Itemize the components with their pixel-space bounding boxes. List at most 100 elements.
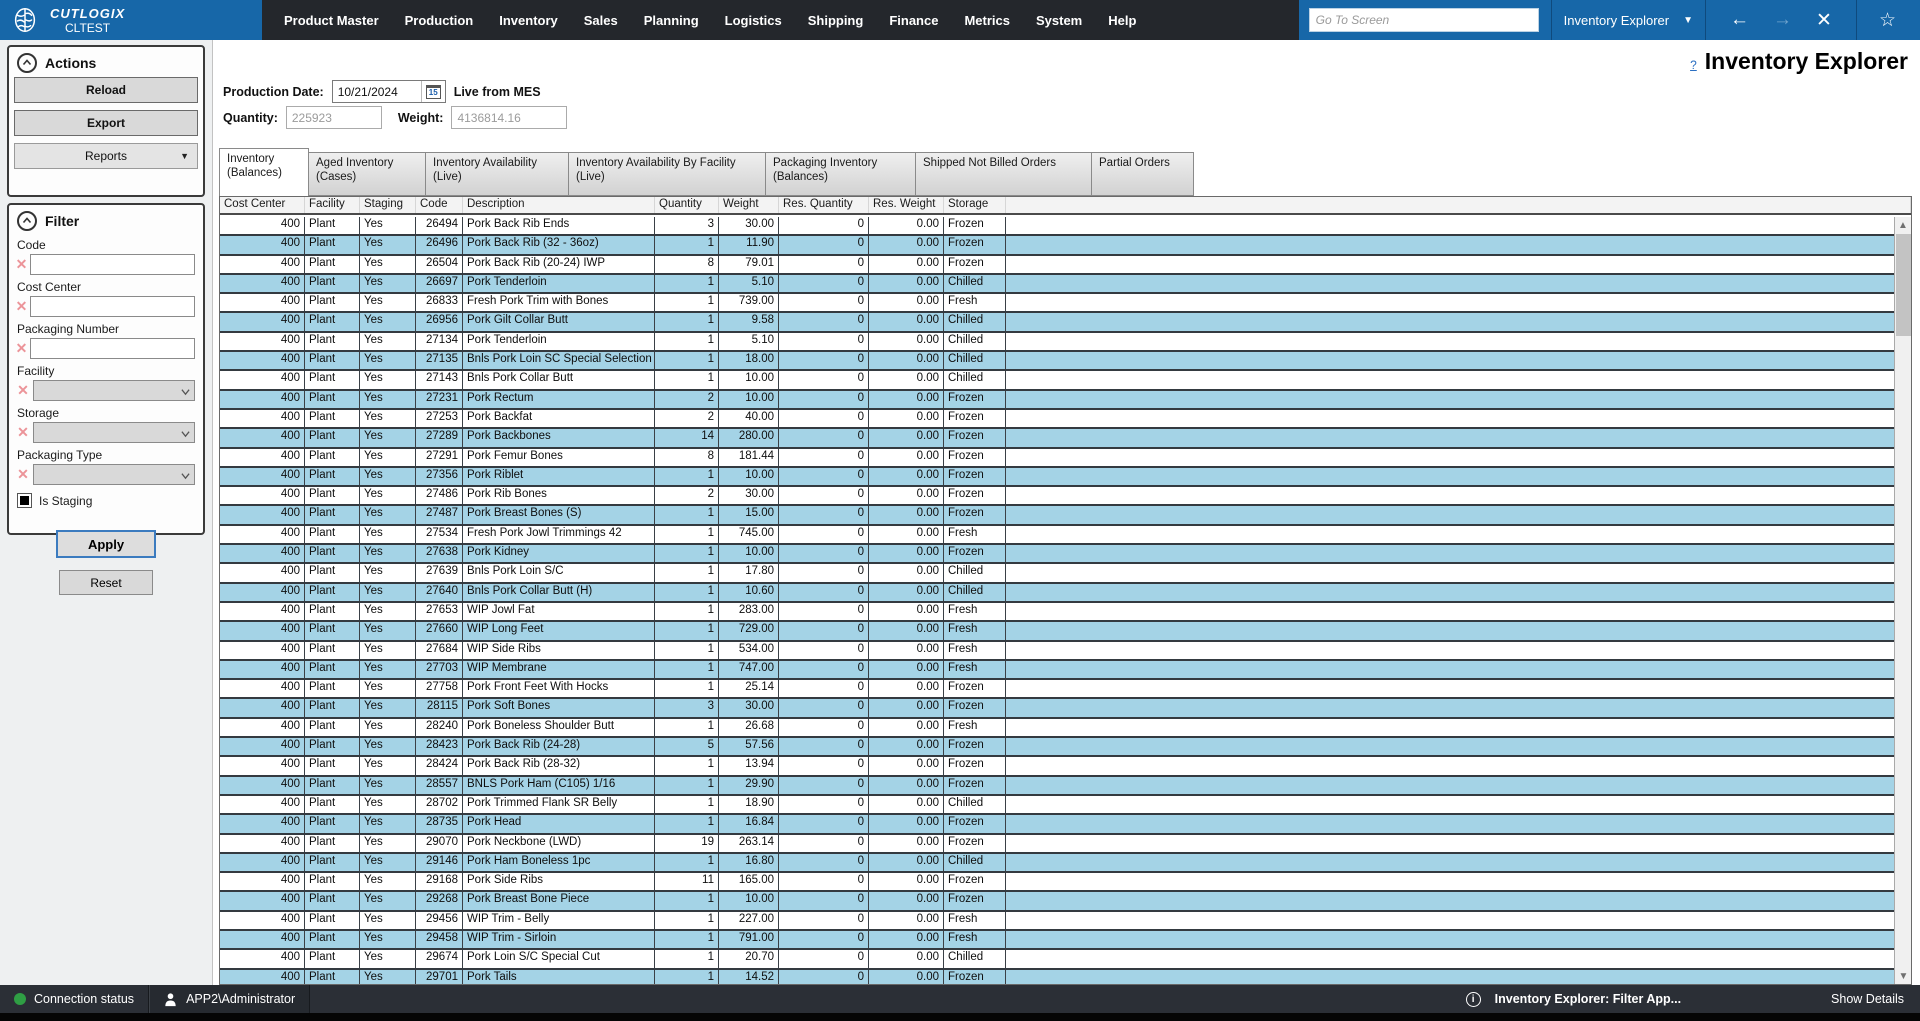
filter-select-facility[interactable] (33, 380, 195, 401)
calendar-button[interactable]: 15 (420, 81, 445, 102)
tab-inventory-availability-by-facility-live[interactable]: Inventory Availability By Facility (Live) (568, 152, 766, 196)
menu-item-finance[interactable]: Finance (889, 13, 938, 28)
table-row[interactable]: 400 Plant Yes 27356 Pork Riblet 1 10.00 0 0.00 Fr… (220, 467, 1894, 488)
is-staging-checkbox[interactable] (17, 493, 32, 508)
table-row[interactable]: 400 Plant Yes 29268 Pork Breast Bone Piece 1 1… (220, 892, 1894, 912)
menu-item-shipping[interactable]: Shipping (808, 13, 864, 28)
scroll-down-icon[interactable]: ▼ (1895, 968, 1911, 984)
menu-item-planning[interactable]: Planning (644, 13, 699, 28)
apply-button[interactable]: Apply (56, 530, 156, 558)
reload-button[interactable]: Reload (14, 77, 198, 103)
column-header-res-weight[interactable]: Res. Weight (869, 197, 944, 213)
filter-input-cost-center[interactable] (30, 296, 195, 317)
table-row[interactable]: 400 Plant Yes 29168 Pork Side Ribs 11 165.00 0 0… (220, 873, 1894, 893)
tab-inventory-balances[interactable]: Inventory (Balances) (219, 148, 309, 196)
table-row[interactable]: 400 Plant Yes 28424 Pork Back Rib (28-32) 1 13… (220, 757, 1894, 777)
table-row[interactable]: 400 Plant Yes 29456 WIP Trim - Belly 1 227.00 0… (220, 911, 1894, 931)
table-row[interactable]: 400 Plant Yes 27289 Pork Backbones 14 280.00 0 0… (220, 429, 1894, 449)
clear-filter-icon[interactable]: ✕ (15, 382, 31, 399)
filter-select-storage[interactable] (33, 422, 195, 443)
column-header-description[interactable]: Description (463, 197, 655, 213)
column-header-weight[interactable]: Weight (719, 197, 779, 213)
column-header-code[interactable]: Code (416, 197, 463, 213)
show-details-link[interactable]: Show Details (1831, 992, 1904, 1006)
collapse-chevron-icon[interactable] (17, 211, 37, 231)
clear-filter-icon[interactable]: ✕ (15, 424, 31, 441)
table-row[interactable]: 400 Plant Yes 27640 Bnls Pork Collar Butt (H… (220, 583, 1894, 603)
collapse-chevron-icon[interactable] (17, 53, 37, 73)
column-header-res-quantity[interactable]: Res. Quantity (779, 197, 869, 213)
menu-item-help[interactable]: Help (1108, 13, 1136, 28)
tab-packaging-inventory-balances[interactable]: Packaging Inventory (Balances) (765, 152, 916, 196)
tab-shipped-not-billed-orders[interactable]: Shipped Not Billed Orders (915, 152, 1092, 196)
table-row[interactable]: 400 Plant Yes 27758 Pork Front Feet With Hoc… (220, 680, 1894, 700)
tab-partial-orders[interactable]: Partial Orders (1091, 152, 1194, 196)
table-row[interactable]: 400 Plant Yes 27487 Pork Breast Bones (S) 1 15… (220, 506, 1894, 526)
column-header-facility[interactable]: Facility (305, 197, 360, 213)
favorite-star-icon[interactable]: ☆ (1879, 9, 1896, 32)
clear-filter-icon[interactable]: ✕ (15, 256, 28, 273)
menu-item-inventory[interactable]: Inventory (499, 13, 558, 28)
table-row[interactable]: 400 Plant Yes 27486 Pork Rib Bones 2 30.00 0 0.0… (220, 487, 1894, 507)
forward-arrow-icon[interactable]: → (1773, 9, 1792, 31)
menu-item-production[interactable]: Production (405, 13, 474, 28)
table-row[interactable]: 400 Plant Yes 27135 Bnls Pork Loin SC Specia… (220, 352, 1894, 372)
table-row[interactable]: 400 Plant Yes 27660 WIP Long Feet 1 729.00 0 0.0… (220, 622, 1894, 642)
table-row[interactable]: 400 Plant Yes 28423 Pork Back Rib (24-28) 5 57… (220, 738, 1894, 758)
vertical-scrollbar[interactable]: ▲ ▼ (1894, 217, 1911, 984)
table-row[interactable]: 400 Plant Yes 26496 Pork Back Rib (32 - 36oz… (220, 236, 1894, 256)
table-row[interactable]: 400 Plant Yes 27291 Pork Femur Bones 8 181.44 0… (220, 448, 1894, 468)
help-link[interactable]: ? (1690, 58, 1697, 72)
table-row[interactable]: 400 Plant Yes 26697 Pork Tenderloin 1 5.10 0 0.0… (220, 274, 1894, 295)
menu-item-product-master[interactable]: Product Master (284, 13, 379, 28)
tab-inventory-availability-live[interactable]: Inventory Availability (Live) (425, 152, 569, 196)
filter-select-packaging-type[interactable] (33, 464, 195, 485)
clear-filter-icon[interactable]: ✕ (15, 340, 28, 357)
table-row[interactable]: 400 Plant Yes 27638 Pork Kidney 1 10.00 0 0.00 Fr… (220, 545, 1894, 565)
go-to-screen-input[interactable] (1308, 8, 1539, 32)
scroll-up-icon[interactable]: ▲ (1895, 217, 1911, 233)
clear-filter-icon[interactable]: ✕ (15, 298, 28, 315)
reports-dropdown-button[interactable]: Reports ▼ (14, 143, 198, 169)
table-row[interactable]: 400 Plant Yes 29070 Pork Neckbone (LWD) 19 263… (220, 834, 1894, 854)
table-row[interactable]: 400 Plant Yes 29674 Pork Loin S/C Special Cu… (220, 950, 1894, 970)
table-row[interactable]: 400 Plant Yes 29701 Pork Tails 1 14.52 0 0.00 Fro… (220, 969, 1894, 984)
table-row[interactable]: 400 Plant Yes 27534 Fresh Pork Jowl Trimming… (220, 525, 1894, 546)
table-row[interactable]: 400 Plant Yes 28702 Pork Trimmed Flank SR Be… (220, 795, 1894, 816)
table-row[interactable]: 400 Plant Yes 26833 Fresh Pork Trim with Bon… (220, 294, 1894, 314)
table-row[interactable]: 400 Plant Yes 26956 Pork Gilt Collar Butt 1 9.… (220, 313, 1894, 333)
column-header-storage[interactable]: Storage (944, 197, 1006, 213)
menu-item-system[interactable]: System (1036, 13, 1082, 28)
column-header-cost-center[interactable]: Cost Center (220, 197, 305, 213)
scrollbar-thumb[interactable] (1896, 234, 1911, 336)
menu-item-logistics[interactable]: Logistics (725, 13, 782, 28)
table-row[interactable]: 400 Plant Yes 27684 WIP Side Ribs 1 534.00 0 0.0… (220, 641, 1894, 661)
reset-button[interactable]: Reset (59, 570, 153, 595)
filter-input-code[interactable] (30, 254, 195, 275)
table-row[interactable]: 400 Plant Yes 27143 Bnls Pork Collar Butt 1 10… (220, 371, 1894, 391)
menu-item-metrics[interactable]: Metrics (964, 13, 1010, 28)
table-row[interactable]: 400 Plant Yes 28735 Pork Head 1 16.84 0 0.00 Froz… (220, 815, 1894, 835)
table-row[interactable]: 400 Plant Yes 27253 Pork Backfat 2 40.00 0 0.00 F… (220, 409, 1894, 430)
filter-input-packaging-number[interactable] (30, 338, 195, 359)
table-row[interactable]: 400 Plant Yes 27231 Pork Rectum 2 10.00 0 0.00 Fr… (220, 390, 1894, 410)
screen-selector-dropdown[interactable]: Inventory Explorer ▼ (1564, 13, 1693, 28)
export-button[interactable]: Export (14, 110, 198, 136)
table-row[interactable]: 400 Plant Yes 27703 WIP Membrane 1 747.00 0 0.00… (220, 660, 1894, 681)
table-row[interactable]: 400 Plant Yes 28115 Pork Soft Bones 3 30.00 0 0.… (220, 699, 1894, 719)
production-date-input[interactable] (332, 84, 421, 99)
close-icon[interactable]: ✕ (1816, 9, 1832, 32)
clear-filter-icon[interactable]: ✕ (15, 466, 31, 483)
table-row[interactable]: 400 Plant Yes 28557 BNLS Pork Ham (C105) 1/1… (220, 776, 1894, 796)
table-row[interactable]: 400 Plant Yes 27639 Bnls Pork Loin S/C 1 17.80… (220, 564, 1894, 584)
column-header-quantity[interactable]: Quantity (655, 197, 719, 213)
tab-aged-inventory-cases[interactable]: Aged Inventory (Cases) (308, 152, 426, 196)
menu-item-sales[interactable]: Sales (584, 13, 618, 28)
status-message[interactable]: i Inventory Explorer: Filter App... (1465, 991, 1681, 1007)
table-row[interactable]: 400 Plant Yes 26504 Pork Back Rib (20-24) IW… (220, 255, 1894, 275)
table-row[interactable]: 400 Plant Yes 28240 Pork Boneless Shoulder B… (220, 718, 1894, 739)
table-row[interactable]: 400 Plant Yes 27653 WIP Jowl Fat 1 283.00 0 0.00… (220, 602, 1894, 623)
back-arrow-icon[interactable]: ← (1730, 9, 1749, 31)
table-row[interactable]: 400 Plant Yes 29146 Pork Ham Boneless 1pc 1 16… (220, 853, 1894, 874)
column-header-staging[interactable]: Staging (360, 197, 416, 213)
